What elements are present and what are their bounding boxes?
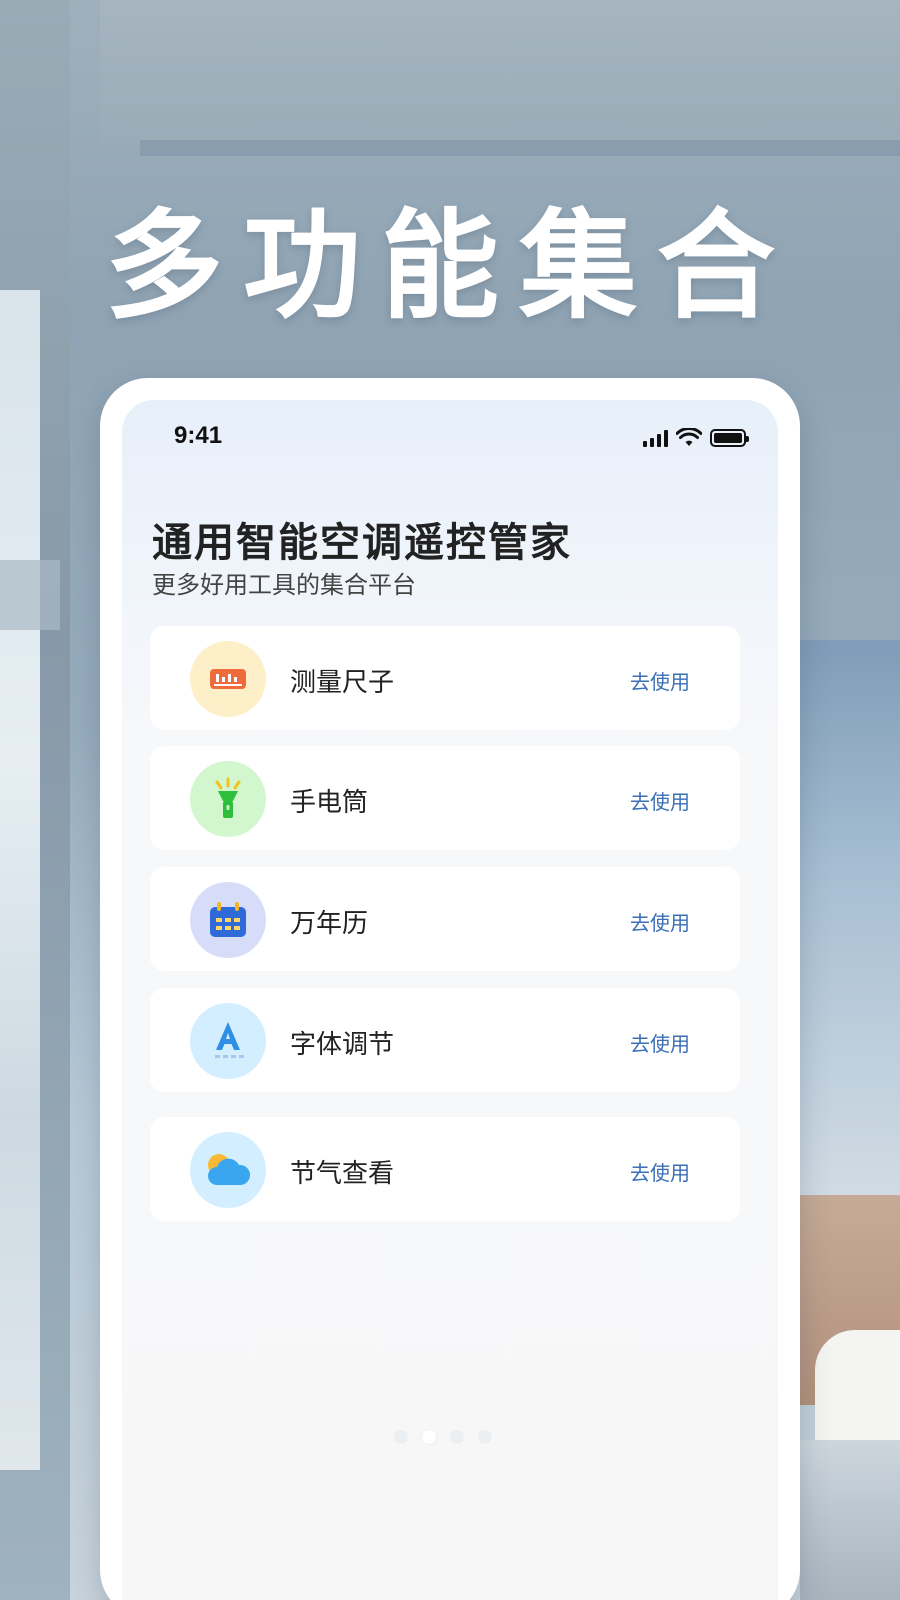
tool-card-calendar[interactable]: 万年历 去使用	[150, 867, 740, 971]
ruler-icon	[190, 641, 266, 717]
phone-mockup: 9:41 通用智能空调遥控管家 更多好用工具的集合平台 测量尺子 去使用 手电筒…	[100, 378, 800, 1600]
font-size-icon	[190, 1003, 266, 1079]
tool-label: 节气查看	[290, 1159, 395, 1189]
use-button[interactable]: 去使用	[630, 1157, 690, 1186]
page-dot-active[interactable]	[422, 1430, 436, 1444]
use-button[interactable]: 去使用	[630, 666, 690, 695]
tool-card-font-size[interactable]: 字体调节 去使用	[150, 988, 740, 1092]
background-window	[0, 290, 40, 1470]
flashlight-icon	[190, 761, 266, 837]
tool-label: 字体调节	[290, 1030, 395, 1060]
tool-label: 万年历	[290, 909, 369, 939]
status-icons	[643, 427, 749, 449]
app-title: 通用智能空调遥控管家	[152, 520, 572, 566]
page-dot[interactable]	[450, 1430, 464, 1444]
tool-card-ruler[interactable]: 测量尺子 去使用	[150, 626, 740, 730]
calendar-icon	[190, 882, 266, 958]
use-button[interactable]: 去使用	[630, 1028, 690, 1057]
phone-screen: 9:41 通用智能空调遥控管家 更多好用工具的集合平台 测量尺子 去使用 手电筒…	[122, 400, 778, 1600]
background-window-frame	[0, 560, 60, 630]
status-time: 9:41	[174, 422, 223, 449]
background-window-right	[800, 640, 900, 1240]
background-bedding	[800, 1440, 900, 1600]
background-ceiling-edge	[140, 140, 900, 156]
app-subtitle: 更多好用工具的集合平台	[152, 571, 416, 599]
page-dot[interactable]	[394, 1430, 408, 1444]
tool-card-solar-terms[interactable]: 节气查看 去使用	[150, 1117, 740, 1221]
background-ceiling	[100, 0, 900, 145]
tool-card-flashlight[interactable]: 手电筒 去使用	[150, 746, 740, 850]
battery-icon	[710, 429, 749, 447]
tool-label: 手电筒	[290, 788, 369, 818]
weather-icon	[190, 1132, 266, 1208]
wifi-icon	[676, 428, 702, 446]
cellular-signal-icon	[643, 429, 668, 447]
page-dot[interactable]	[478, 1430, 492, 1444]
hero-title: 多功能集合	[104, 197, 795, 335]
page-indicator	[394, 1430, 492, 1444]
use-button[interactable]: 去使用	[630, 907, 690, 936]
tool-label: 测量尺子	[290, 668, 395, 698]
use-button[interactable]: 去使用	[630, 786, 690, 815]
